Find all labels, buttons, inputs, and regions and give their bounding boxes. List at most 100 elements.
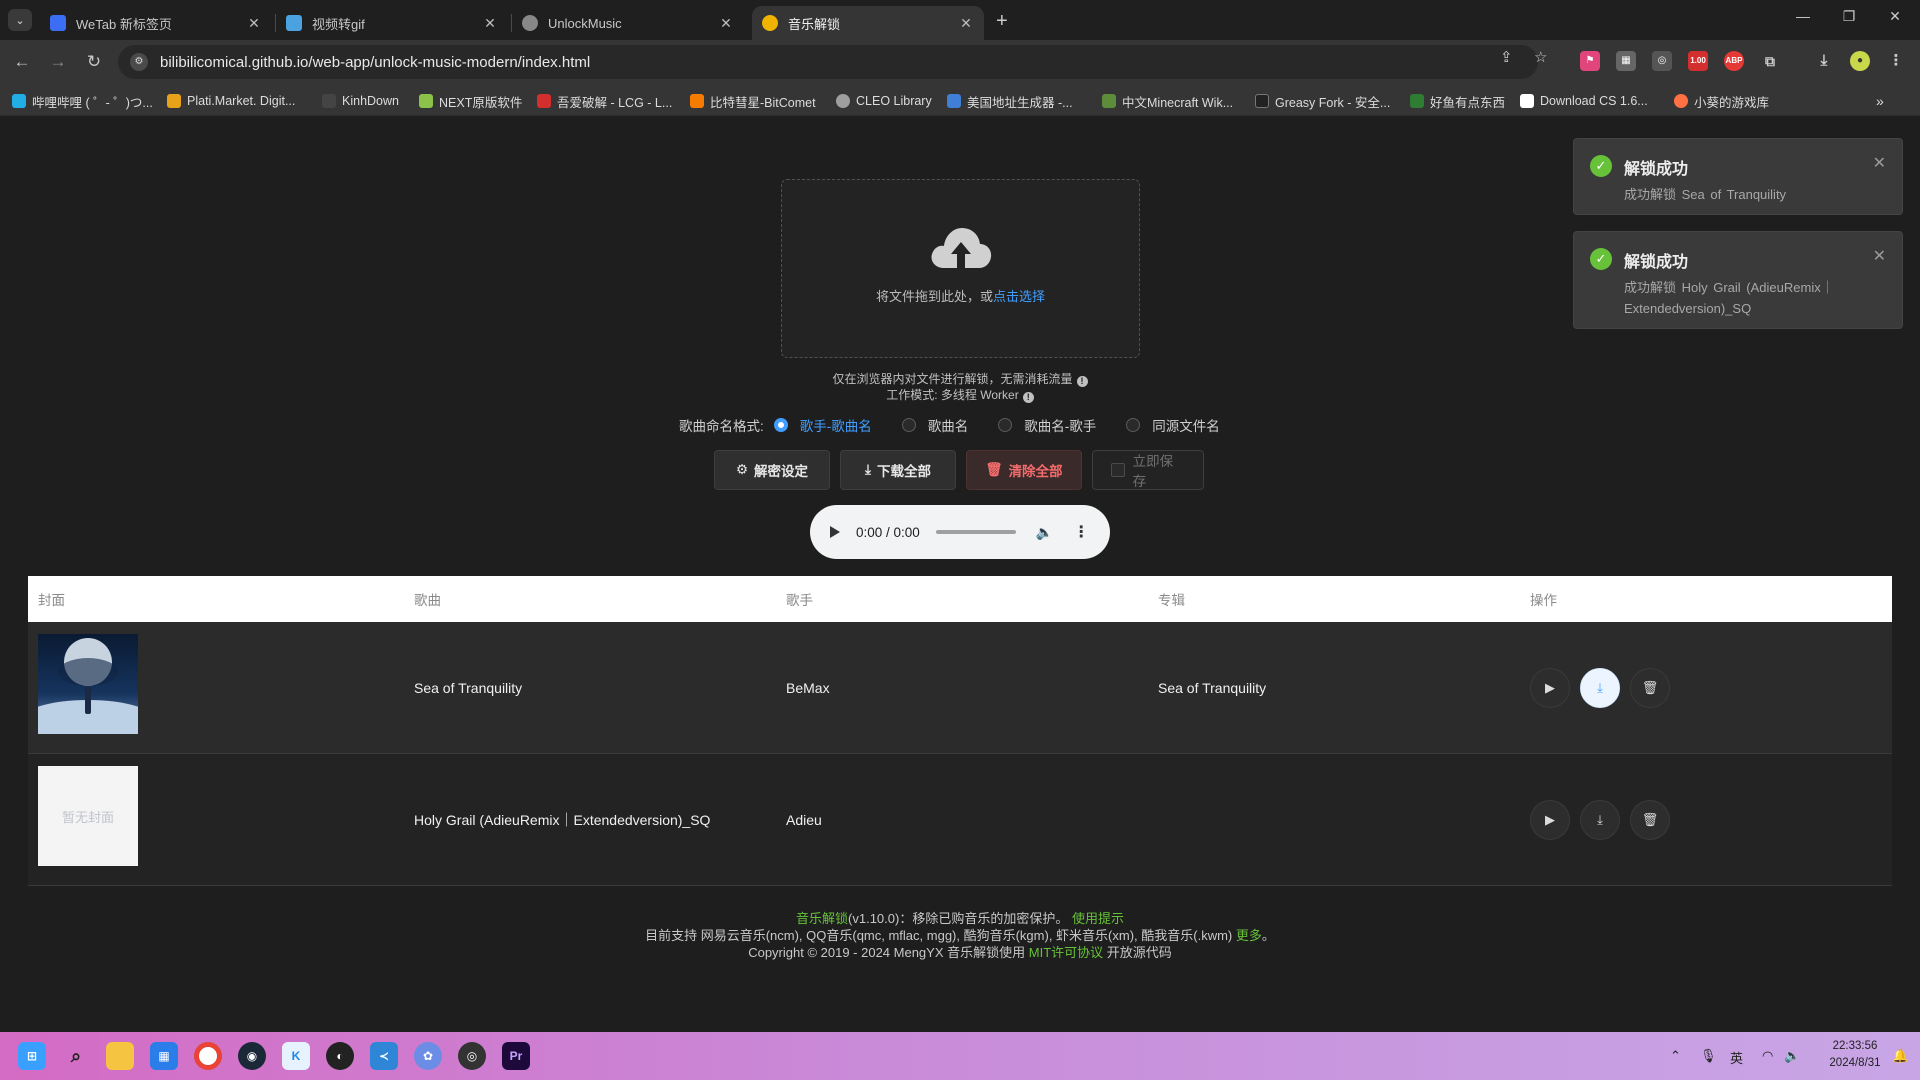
extension-icon[interactable]: ⚑ xyxy=(1580,51,1600,71)
mit-license-link[interactable]: MIT许可协议 xyxy=(1029,945,1103,960)
clear-all-button[interactable]: 🗑 清除全部 xyxy=(966,450,1082,490)
supported-formats-text: 目前支持 网易云音乐(ncm), QQ音乐(qmc, mflac, mgg), … xyxy=(645,928,1233,943)
play-button[interactable]: ▶ xyxy=(1530,668,1570,708)
bookmark-item[interactable]: 比特彗星-BitComet xyxy=(690,92,816,110)
microphone-icon[interactable]: 🎙 xyxy=(1700,1048,1717,1064)
tab-unlockmusic[interactable]: UnlockMusic ✕ xyxy=(512,6,744,40)
close-window-icon[interactable]: ✕ xyxy=(1872,8,1918,25)
forward-icon[interactable]: → xyxy=(46,50,70,74)
extensions-puzzle-icon[interactable]: ⧉ xyxy=(1760,51,1780,71)
volume-icon[interactable]: 🔈 xyxy=(1036,524,1053,541)
bookmark-item[interactable]: 吾爱破解 - LCG - L... xyxy=(537,92,672,110)
tab-video-to-gif[interactable]: 视频转gif ✕ xyxy=(276,6,508,40)
vscode-icon[interactable]: ≺ xyxy=(370,1042,398,1070)
extension-badge-icon[interactable]: 1.00 xyxy=(1688,51,1708,71)
naming-option-title-artist[interactable]: 歌曲名-歌手 xyxy=(998,415,1096,435)
reload-icon[interactable]: ↻ xyxy=(82,50,106,74)
ime-indicator[interactable]: 英 xyxy=(1730,1048,1743,1067)
button-label: 立即保存 xyxy=(1132,454,1174,489)
profile-avatar-icon[interactable]: ● xyxy=(1850,51,1870,71)
bookmark-item[interactable]: CLEO Library xyxy=(836,92,932,110)
bookmark-item[interactable]: Greasy Fork - 安全... xyxy=(1255,92,1390,110)
naming-option-artist-title[interactable]: 歌手-歌曲名 xyxy=(773,415,872,435)
back-icon[interactable]: ← xyxy=(10,50,34,74)
steam-icon[interactable]: ◉ xyxy=(238,1042,266,1070)
bookmark-item[interactable]: Download CS 1.6... xyxy=(1520,92,1648,110)
bookmark-item[interactable]: 哔哩哔哩 ( ゜- ゜)つ... xyxy=(12,92,153,110)
column-header-song: 歌曲 xyxy=(414,593,441,608)
download-all-button[interactable]: ⤓ 下载全部 xyxy=(840,450,956,490)
bookmark-item[interactable]: NEXT原版软件 xyxy=(419,92,522,110)
bookmark-item[interactable]: 小葵的游戏库 xyxy=(1674,92,1769,110)
extension-icon[interactable]: ◎ xyxy=(1652,51,1672,71)
minimize-icon[interactable]: — xyxy=(1780,8,1826,24)
close-icon[interactable]: ✕ xyxy=(958,15,974,32)
obs-icon[interactable]: ◎ xyxy=(458,1042,486,1070)
bookmark-item[interactable]: 好鱼有点东西 xyxy=(1410,92,1505,110)
tab-search-button[interactable]: ⌄ xyxy=(8,9,32,31)
bookmark-item[interactable]: 美国地址生成器 -... xyxy=(947,92,1073,110)
save-now-checkbox[interactable]: 立即保存 xyxy=(1092,450,1204,490)
restore-icon[interactable]: ❐ xyxy=(1826,8,1872,25)
tray-chevron-icon[interactable]: ⌃ xyxy=(1670,1048,1681,1064)
delete-button[interactable]: 🗑 xyxy=(1630,668,1670,708)
bookmark-item[interactable]: 中文Minecraft Wik... xyxy=(1102,92,1233,110)
app-icon[interactable]: ◐ xyxy=(326,1042,354,1070)
naming-option-title[interactable]: 歌曲名 xyxy=(901,415,968,435)
notification-bell-icon[interactable]: 🔔 xyxy=(1892,1048,1908,1064)
adblock-icon[interactable]: ABP xyxy=(1724,51,1744,71)
close-icon[interactable]: ✕ xyxy=(1873,153,1886,173)
address-bar[interactable]: ⚙ bilibilicomical.github.io/web-app/unlo… xyxy=(118,45,1538,79)
browser-menu-icon[interactable]: ⋮ xyxy=(1886,51,1906,71)
tab-music-unlock[interactable]: 音乐解锁 ✕ xyxy=(752,6,984,40)
more-link[interactable]: 更多 xyxy=(1236,928,1262,943)
file-explorer-icon[interactable] xyxy=(106,1042,134,1070)
upload-dropzone[interactable]: 将文件拖到此处，或点击选择 xyxy=(781,179,1140,358)
download-button[interactable]: ⤓ xyxy=(1580,800,1620,840)
wetab-icon xyxy=(50,15,66,31)
play-icon[interactable] xyxy=(830,526,840,538)
close-icon[interactable]: ✕ xyxy=(482,15,498,32)
new-tab-button[interactable]: + xyxy=(996,10,1008,33)
more-bookmarks-icon[interactable]: » xyxy=(1876,92,1884,110)
naming-option-source-filename[interactable]: 同源文件名 xyxy=(1126,415,1220,435)
wifi-icon[interactable]: ◠ xyxy=(1762,1048,1773,1064)
greasyfork-icon xyxy=(1255,94,1269,108)
install-app-icon[interactable]: ⇪ xyxy=(1500,48,1513,66)
bookmark-item[interactable]: KinhDown xyxy=(322,92,399,110)
extension-icon[interactable]: ▦ xyxy=(1616,51,1636,71)
decrypt-settings-button[interactable]: ⚙ 解密设定 xyxy=(714,450,830,490)
delete-button[interactable]: 🗑 xyxy=(1630,800,1670,840)
store-icon[interactable]: ▦ xyxy=(150,1042,178,1070)
bookmark-item[interactable]: Plati.Market. Digit... xyxy=(167,92,295,110)
naming-format-group: 歌曲命名格式: 歌手-歌曲名 歌曲名 歌曲名-歌手 同源文件名 xyxy=(679,415,1250,435)
start-icon[interactable]: ⊞ xyxy=(18,1042,46,1070)
search-icon[interactable]: ⌕ xyxy=(62,1042,90,1070)
close-icon[interactable]: ✕ xyxy=(1873,246,1886,266)
tab-wetab[interactable]: WeTab 新标签页 ✕ xyxy=(40,6,272,40)
globe-icon xyxy=(836,94,850,108)
info-icon[interactable]: ! xyxy=(1022,392,1034,403)
app-icon[interactable]: ✿ xyxy=(414,1042,442,1070)
site-info-icon[interactable]: ⚙ xyxy=(130,53,148,71)
usage-tips-link[interactable]: 使用提示 xyxy=(1072,911,1124,926)
audio-more-icon[interactable]: ⋮ xyxy=(1073,522,1089,542)
song-title: Holy Grail (AdieuRemix｜Extendedversion)_… xyxy=(414,811,711,828)
close-icon[interactable]: ✕ xyxy=(718,15,734,32)
bookmark-star-icon[interactable]: ☆ xyxy=(1534,48,1547,66)
app-link[interactable]: 音乐解锁 xyxy=(796,911,848,926)
kugou-icon[interactable]: K xyxy=(282,1042,310,1070)
page-content: 将文件拖到此处，或点击选择 仅在浏览器内对文件进行解锁，无需消耗流量! 工作模式… xyxy=(0,117,1920,1032)
play-button[interactable]: ▶ xyxy=(1530,800,1570,840)
chrome-icon[interactable] xyxy=(194,1042,222,1070)
download-icon[interactable]: ⤓ xyxy=(1814,51,1834,71)
tab-title: 音乐解锁 xyxy=(788,16,841,32)
system-clock[interactable]: 22:33:56 2024/8/31 xyxy=(1820,1038,1890,1072)
close-icon[interactable]: ✕ xyxy=(246,15,262,32)
audio-progress-bar[interactable] xyxy=(935,530,1016,534)
download-button[interactable]: ⤓ xyxy=(1580,668,1620,708)
trash-icon: 🗑 xyxy=(1641,680,1659,695)
premiere-icon[interactable]: Pr xyxy=(502,1042,530,1070)
click-to-select-link[interactable]: 点击选择 xyxy=(993,289,1045,304)
volume-icon[interactable]: 🔈 xyxy=(1784,1048,1800,1064)
